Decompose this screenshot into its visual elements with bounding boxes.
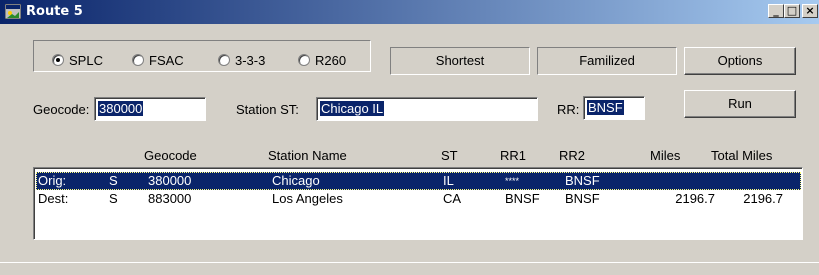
cell-rr1: BNSF xyxy=(505,191,540,206)
radio-dot-icon xyxy=(218,54,230,66)
col-header-total-miles: Total Miles xyxy=(711,148,773,163)
col-header-rr1: RR1 xyxy=(500,148,527,163)
col-header-miles: Miles xyxy=(650,148,681,163)
radio-label: SPLC xyxy=(69,53,103,68)
app-icon xyxy=(5,4,21,19)
close-button[interactable]: × xyxy=(802,4,818,18)
table-row[interactable]: Dest: S 883000 Los Angeles CA BNSF BNSF … xyxy=(36,190,801,208)
cell-flag: S xyxy=(109,173,118,188)
maximize-button[interactable]: □ xyxy=(784,4,800,18)
radio-dot-icon xyxy=(298,54,310,66)
radio-dot-icon xyxy=(52,54,64,66)
station-value: Chicago IL xyxy=(320,101,385,116)
radio-dot-icon xyxy=(132,54,144,66)
cell-st: IL xyxy=(443,173,454,188)
radio-label: FSAC xyxy=(149,53,184,68)
window-title: Route 5 xyxy=(26,4,83,19)
radio-label: R260 xyxy=(315,53,347,68)
radio-label: 3-3-3 xyxy=(235,53,266,68)
cell-rr1: **** xyxy=(505,176,520,186)
cell-st: CA xyxy=(443,191,462,206)
minimize-button[interactable]: _ xyxy=(768,4,784,18)
rr-value: BNSF xyxy=(587,100,624,115)
table-row[interactable]: Orig: S 380000 Chicago IL **** BNSF xyxy=(36,172,801,190)
col-header-geocode: Geocode xyxy=(144,148,197,163)
col-header-rr2: RR2 xyxy=(559,148,586,163)
title-bar[interactable]: Route 5 _ □ × xyxy=(0,0,819,24)
geocode-value: 380000 xyxy=(98,101,144,116)
cell-type: Orig: xyxy=(38,173,67,188)
cell-flag: S xyxy=(109,191,118,206)
cell-station: Chicago xyxy=(272,173,320,188)
station-label: Station ST: xyxy=(236,102,299,117)
geocode-label: Geocode: xyxy=(33,102,90,117)
shortest-toggle[interactable]: Shortest xyxy=(390,47,530,75)
col-header-station: Station Name xyxy=(268,148,347,163)
cell-type: Dest: xyxy=(38,191,69,206)
rr-input[interactable]: BNSF xyxy=(583,96,645,120)
cell-rr2: BNSF xyxy=(565,173,600,188)
col-header-st: ST xyxy=(441,148,458,163)
window-bottom-edge xyxy=(0,262,819,263)
cell-station: Los Angeles xyxy=(272,191,343,206)
cell-total-miles: 2196.7 xyxy=(743,191,783,206)
cell-rr2: BNSF xyxy=(565,191,600,206)
options-button[interactable]: Options xyxy=(684,47,796,75)
cell-geocode: 380000 xyxy=(148,173,192,188)
route-window: Route 5 _ □ × SPLC FSAC 3-3-3 R260 Short… xyxy=(0,0,819,275)
rr-label: RR: xyxy=(557,102,580,117)
cell-geocode: 883000 xyxy=(148,191,192,206)
geocode-input[interactable]: 380000 xyxy=(94,97,206,121)
route-list[interactable]: Orig: S 380000 Chicago IL **** BNSF Dest… xyxy=(33,167,803,240)
cell-miles: 2196.7 xyxy=(675,191,715,206)
station-input[interactable]: Chicago IL xyxy=(316,97,538,121)
familized-toggle[interactable]: Familized xyxy=(537,47,677,75)
run-button[interactable]: Run xyxy=(684,90,796,118)
